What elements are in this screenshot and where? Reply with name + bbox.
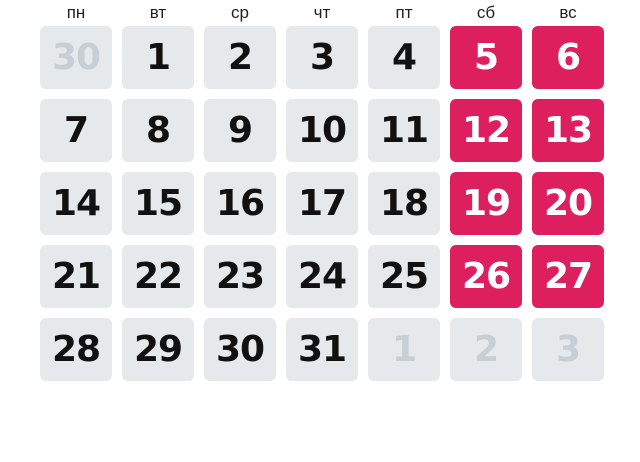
day-cell[interactable]: 30 [204,318,276,381]
day-cell[interactable]: 20 [532,172,604,235]
day-cell[interactable]: 15 [122,172,194,235]
day-cell[interactable]: 31 [286,318,358,381]
day-cell[interactable]: 25 [368,245,440,308]
day-cell[interactable]: 27 [532,245,604,308]
day-cell[interactable]: 24 [286,245,358,308]
day-cell[interactable]: 22 [122,245,194,308]
day-cell-other-month[interactable]: 3 [532,318,604,381]
weekday-thu: чт [313,3,331,22]
day-cell[interactable]: 14 [40,172,112,235]
day-cell-other-month[interactable]: 1 [368,318,440,381]
day-cell[interactable]: 2 [204,26,276,89]
day-cell[interactable]: 7 [40,99,112,162]
weekday-mon: пн [66,3,86,22]
day-cell[interactable]: 21 [40,245,112,308]
weekday-tue: вт [149,3,167,22]
day-cell[interactable]: 9 [204,99,276,162]
day-cell[interactable]: 29 [122,318,194,381]
weekday-sun: вс [559,3,577,22]
day-cell[interactable]: 23 [204,245,276,308]
day-cell[interactable]: 11 [368,99,440,162]
day-cell[interactable]: 10 [286,99,358,162]
day-grid: 30 1 2 3 4 5 6 7 8 9 10 11 12 13 14 15 16 17 18 19 20 21 22 23 2… [40,26,604,381]
day-cell[interactable]: 3 [286,26,358,89]
day-cell[interactable]: 4 [368,26,440,89]
weekday-wed: ср [231,3,249,22]
calendar: пн вт ср чт пт сб вс 30 1 2 3 4 5 6 7 8 9 10 11 12 13… [40,0,604,381]
weekday-header-row: пн вт ср чт пт сб вс [40,0,604,26]
day-cell[interactable]: 17 [286,172,358,235]
weekday-fri: пт [395,3,413,22]
day-cell[interactable]: 18 [368,172,440,235]
day-cell[interactable]: 28 [40,318,112,381]
weekday-sat: сб [476,3,496,22]
day-cell[interactable]: 16 [204,172,276,235]
day-cell-other-month[interactable]: 30 [40,26,112,89]
day-cell[interactable]: 12 [450,99,522,162]
day-cell[interactable]: 6 [532,26,604,89]
day-cell[interactable]: 5 [450,26,522,89]
day-cell[interactable]: 1 [122,26,194,89]
day-cell-other-month[interactable]: 2 [450,318,522,381]
day-cell[interactable]: 19 [450,172,522,235]
day-cell[interactable]: 8 [122,99,194,162]
day-cell[interactable]: 26 [450,245,522,308]
day-cell[interactable]: 13 [532,99,604,162]
